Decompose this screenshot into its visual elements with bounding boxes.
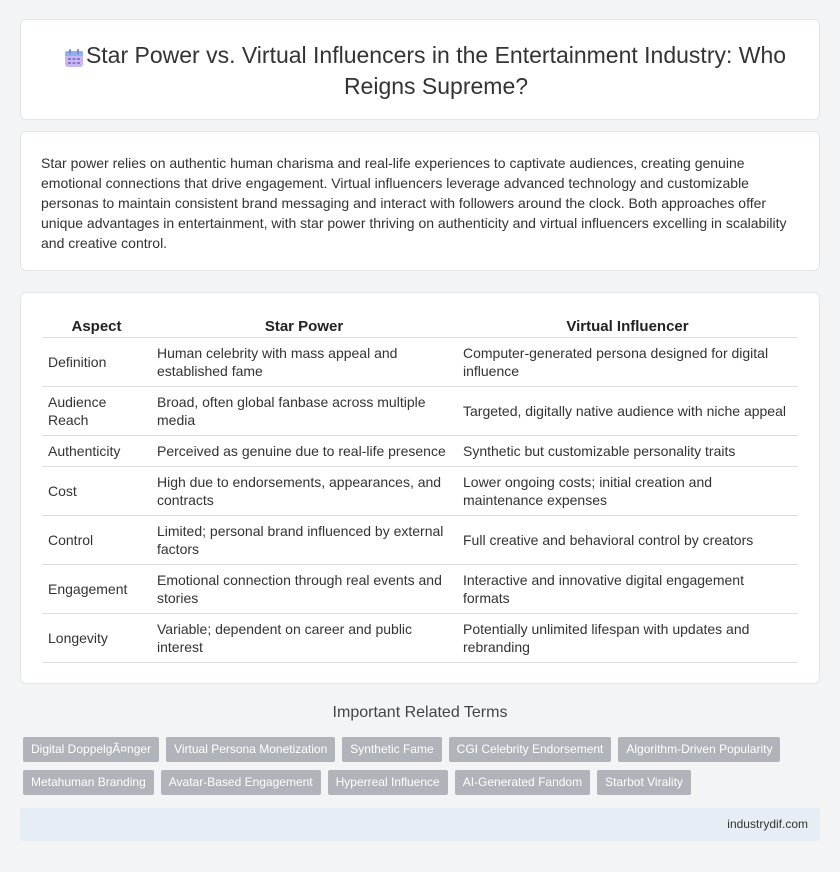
related-terms-heading: Important Related Terms [332,704,508,721]
cell-virtual-influencer: Interactive and innovative digital engag… [457,564,798,614]
page-title: Star Power vs. Virtual Influencers in th… [85,41,787,99]
intro-paragraph: Star power relies on authentic human cha… [41,155,787,251]
cell-aspect: Engagement [42,564,151,614]
cell-aspect: Authenticity [42,435,151,467]
cell-star-power: High due to endorsements, appearances, a… [151,466,457,516]
table-row: Authenticity Perceived as genuine due to… [42,435,798,467]
related-term-tag[interactable]: Avatar-Based Engagement [160,770,321,795]
cell-virtual-influencer: Potentially unlimited lifespan with upda… [457,613,798,663]
table-header-row: Aspect Star Power Virtual Influencer [42,317,798,338]
cell-star-power: Human celebrity with mass appeal and est… [151,337,457,387]
related-term-tag[interactable]: Digital DoppelgÃ¤nger [23,737,160,762]
cell-star-power: Perceived as genuine due to real-life pr… [151,435,457,467]
header-aspect: Aspect [42,317,151,338]
related-term-tag[interactable]: AI-Generated Fandom [454,770,591,795]
related-term-tag[interactable]: Virtual Persona Monetization [166,737,336,762]
table-row: Audience Reach Broad, often global fanba… [42,386,798,436]
table-row: Cost High due to endorsements, appearanc… [42,466,798,516]
related-term-tag[interactable]: Hyperreal Influence [327,770,448,795]
cell-virtual-influencer: Computer-generated persona designed for … [457,337,798,387]
table-row: Control Limited; personal brand influenc… [42,515,798,565]
cell-star-power: Broad, often global fanbase across multi… [151,386,457,436]
tag-row: Digital DoppelgÃ¤nger Virtual Persona Mo… [23,737,803,762]
cell-virtual-influencer: Full creative and behavioral control by … [457,515,798,565]
related-term-tag[interactable]: CGI Celebrity Endorsement [448,737,612,762]
cell-aspect: Control [42,515,151,565]
cell-star-power: Emotional connection through real events… [151,564,457,614]
comparison-card: Aspect Star Power Virtual Influencer Def… [20,292,820,684]
cell-aspect: Audience Reach [42,386,151,436]
related-term-tag[interactable]: Synthetic Fame [342,737,442,762]
footer: industrydif.com [20,808,820,841]
table-row: Definition Human celebrity with mass app… [42,337,798,387]
related-term-tag[interactable]: Algorithm-Driven Popularity [618,737,781,762]
related-term-tag[interactable]: Starbot Virality [597,770,691,795]
footer-site-link[interactable]: industrydif.com [727,817,808,831]
cell-virtual-influencer: Synthetic but customizable personality t… [457,435,798,467]
related-term-tag[interactable]: Metahuman Branding [23,770,154,795]
cell-virtual-influencer: Targeted, digitally native audience with… [457,386,798,436]
table-row: Longevity Variable; dependent on career … [42,613,798,663]
comparison-table: Aspect Star Power Virtual Influencer Def… [42,317,798,663]
intro-card: Star power relies on authentic human cha… [20,131,820,271]
table-row: Engagement Emotional connection through … [42,564,798,614]
cell-aspect: Definition [42,337,151,387]
related-terms-list: Digital DoppelgÃ¤nger Virtual Persona Mo… [23,737,803,803]
header-star-power: Star Power [151,317,457,338]
tag-row: Metahuman Branding Avatar-Based Engageme… [23,770,803,795]
cell-aspect: Cost [42,466,151,516]
header-virtual-influencer: Virtual Influencer [457,317,798,338]
cell-virtual-influencer: Lower ongoing costs; initial creation an… [457,466,798,516]
header-card: Star Power vs. Virtual Influencers in th… [20,19,820,120]
cell-aspect: Longevity [42,613,151,663]
cell-star-power: Variable; dependent on career and public… [151,613,457,663]
cell-star-power: Limited; personal brand influenced by ex… [151,515,457,565]
